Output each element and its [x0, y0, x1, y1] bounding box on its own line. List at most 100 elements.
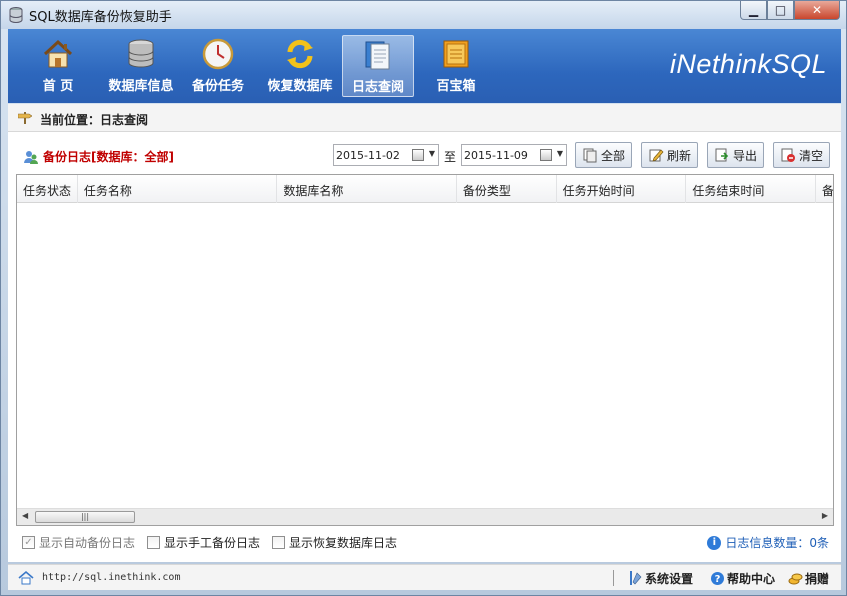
app-window: SQL数据库备份恢复助手 ▁ □ ✕ 首 页 数据库信息 备份任务 恢复数据库 …: [0, 0, 847, 596]
brand-logo-text: iNethinkSQL: [669, 49, 827, 79]
nav-label: 数据库信息: [108, 79, 174, 94]
refresh-label: 刷新: [667, 148, 692, 163]
clear-icon: [781, 148, 795, 162]
copy-pages-icon: [583, 148, 597, 163]
treasure-box-icon: [443, 40, 469, 68]
divider: [613, 570, 614, 586]
calendar-icon: [540, 149, 552, 161]
column-header[interactable]: 数据库名称: [277, 175, 457, 203]
export-icon: [715, 148, 729, 162]
signpost-icon: [18, 112, 32, 124]
date-range-separator: 至: [444, 150, 457, 164]
date-from-value: 2015-11-02: [336, 149, 400, 162]
log-table[interactable]: 任务状态 任务名称 数据库名称 备份类型 任务开始时间 任务结束时间 备 ◀ |…: [16, 174, 834, 526]
clear-label: 清空: [799, 148, 824, 163]
minimize-button[interactable]: ▁: [740, 1, 767, 20]
nav-label: 日志查阅: [351, 80, 404, 95]
breadcrumb: 当前位置：日志查阅: [8, 104, 841, 132]
log-count: i 日志信息数量：0条: [707, 534, 829, 551]
main-toolbar: 首 页 数据库信息 备份任务 恢复数据库 日志查阅 百宝箱 iNethinkSQ…: [8, 29, 841, 103]
tools-icon: [630, 571, 642, 585]
users-icon: [24, 150, 38, 164]
nav-label: 百宝箱: [436, 79, 476, 94]
export-button[interactable]: 导出: [707, 142, 765, 168]
refresh-icon: [287, 39, 313, 69]
log-title-label: 备份日志[数据库：全部]: [43, 150, 174, 164]
nav-database-info[interactable]: 数据库信息: [102, 35, 180, 97]
nav-backup-tasks[interactable]: 备份任务: [188, 35, 248, 97]
nav-log-view[interactable]: 日志查阅: [342, 35, 414, 97]
date-to-value: 2015-11-09: [464, 149, 528, 162]
maximize-icon: □: [774, 3, 787, 17]
minimize-icon: ▁: [748, 3, 759, 17]
restore-log-checkbox[interactable]: 显示恢复数据库日志: [272, 534, 397, 551]
column-header[interactable]: 任务结束时间: [686, 175, 817, 203]
column-header[interactable]: 备份类型: [457, 175, 557, 203]
donate-link[interactable]: 捐赠: [788, 570, 829, 587]
nav-label: 恢复数据库: [267, 79, 333, 94]
show-all-button[interactable]: 全部: [575, 142, 633, 168]
date-from-picker[interactable]: 2015-11-02 ▼: [333, 144, 439, 166]
nav-home[interactable]: 首 页: [26, 35, 90, 97]
website-link[interactable]: http://sql.inethink.com: [42, 572, 180, 583]
log-title: 备份日志[数据库：全部]: [23, 148, 174, 165]
auto-backup-checkbox[interactable]: ✓ 显示自动备份日志: [22, 534, 135, 551]
log-panel: 备份日志[数据库：全部] 2015-11-02 ▼ 至 2015-11-09 ▼…: [8, 132, 841, 562]
chevron-down-icon: ▼: [428, 149, 435, 158]
log-book-icon: [365, 41, 390, 70]
close-button[interactable]: ✕: [794, 1, 840, 20]
manual-backup-label: 显示手工备份日志: [164, 536, 261, 550]
checkbox-checked-icon: ✓: [22, 536, 35, 549]
help-center-label: 帮助中心: [727, 572, 776, 586]
breadcrumb-label: 当前位置：日志查阅: [40, 113, 149, 127]
date-to-picker[interactable]: 2015-11-09 ▼: [461, 144, 567, 166]
system-settings-label: 系统设置: [645, 572, 694, 586]
scroll-thumb[interactable]: |||: [35, 511, 135, 523]
coins-icon: [788, 573, 803, 585]
auto-backup-label: 显示自动备份日志: [39, 536, 136, 550]
close-icon: ✕: [811, 3, 823, 17]
export-label: 导出: [733, 148, 758, 163]
table-header: 任务状态 任务名称 数据库名称 备份类型 任务开始时间 任务结束时间 备: [17, 175, 833, 203]
nav-label: 首 页: [42, 79, 74, 94]
calendar-icon: [412, 149, 424, 161]
svg-text:?: ?: [715, 574, 721, 585]
scroll-left-icon[interactable]: ◀: [22, 511, 28, 520]
grip-icon: |||: [80, 512, 90, 521]
nav-toolbox[interactable]: 百宝箱: [426, 35, 486, 97]
help-center-link[interactable]: ? 帮助中心: [710, 570, 775, 587]
restore-log-label: 显示恢复数据库日志: [289, 536, 398, 550]
horizontal-scrollbar[interactable]: ◀ ||| ▶: [17, 508, 833, 525]
window-title: SQL数据库备份恢复助手: [29, 10, 172, 25]
column-header[interactable]: 任务开始时间: [557, 175, 687, 203]
show-all-label: 全部: [601, 148, 626, 163]
help-icon: ?: [711, 572, 724, 585]
system-settings-link[interactable]: 系统设置: [628, 570, 693, 587]
info-icon: i: [707, 535, 722, 550]
home-icon: [18, 570, 34, 585]
column-header[interactable]: 任务状态: [17, 175, 78, 203]
refresh-button[interactable]: 刷新: [641, 142, 699, 168]
title-bar[interactable]: SQL数据库备份恢复助手 ▁ □ ✕: [1, 1, 846, 29]
manual-backup-checkbox[interactable]: 显示手工备份日志: [147, 534, 260, 551]
nav-restore-database[interactable]: 恢复数据库: [264, 35, 336, 97]
clock-icon: [202, 38, 234, 70]
home-icon: [43, 39, 73, 68]
edit-icon: [649, 149, 664, 162]
log-filters: ✓ 显示自动备份日志 显示手工备份日志 显示恢复数据库日志: [22, 534, 409, 551]
database-app-icon: [9, 7, 23, 23]
column-header[interactable]: 备: [816, 175, 833, 203]
clear-button[interactable]: 清空: [773, 142, 831, 168]
maximize-button[interactable]: □: [767, 1, 794, 20]
column-header[interactable]: 任务名称: [78, 175, 278, 203]
checkbox-icon: [272, 536, 286, 549]
scroll-right-icon[interactable]: ▶: [822, 511, 828, 520]
database-icon: [128, 39, 154, 68]
nav-label: 备份任务: [191, 79, 244, 94]
donate-label: 捐赠: [805, 572, 830, 586]
window-controls: ▁ □ ✕: [740, 1, 840, 21]
log-count-label: 日志信息数量：0条: [725, 536, 829, 550]
chevron-down-icon: ▼: [556, 149, 563, 158]
checkbox-icon: [147, 536, 161, 549]
status-bar: http://sql.inethink.com 系统设置 ? 帮助中心 捐赠: [8, 564, 841, 590]
